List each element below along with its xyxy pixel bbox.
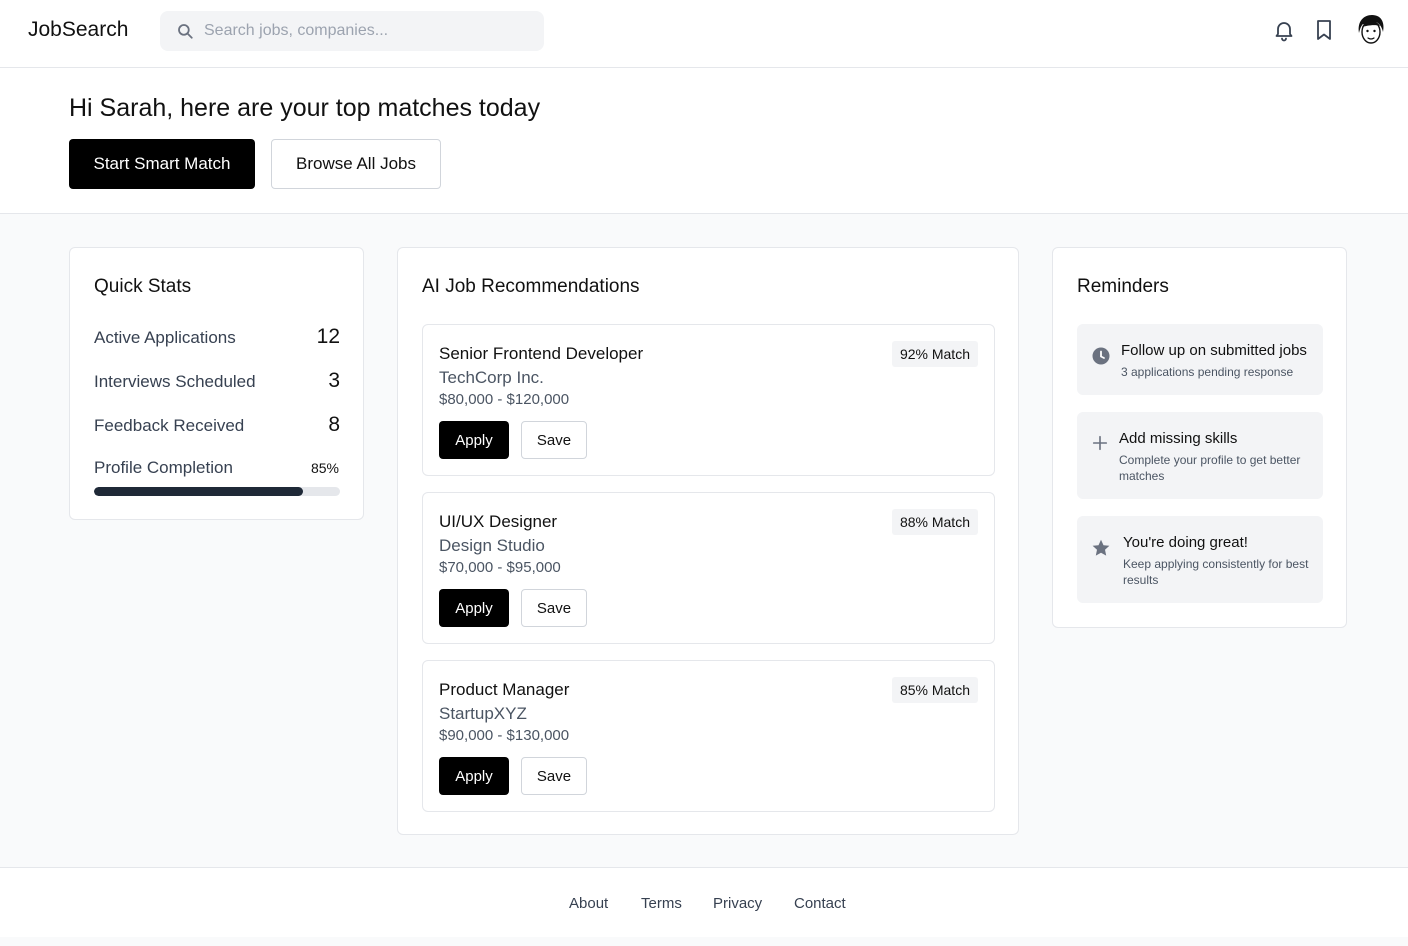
stat-label: Feedback Received [94, 416, 245, 435]
job-title[interactable]: Senior Frontend Developer [439, 344, 643, 364]
clock-icon [1092, 347, 1110, 365]
reminder-title: Add missing skills [1119, 430, 1238, 447]
reminders-title: Reminders [1077, 276, 1169, 297]
reminder-item[interactable]: Add missing skills Complete your profile… [1077, 412, 1323, 499]
reminder-subtitle: 3 applications pending response [1121, 365, 1294, 379]
quick-stats-card: Quick Stats Active Applications 12 Inter… [69, 247, 364, 520]
match-badge: 88% Match [891, 509, 978, 535]
reminders-card: Reminders Follow up on submitted jobs 3 … [1052, 247, 1347, 628]
bell-icon[interactable] [1272, 18, 1296, 42]
job-company: TechCorp Inc. [439, 368, 544, 387]
save-button[interactable]: Save [521, 421, 587, 459]
job-recommendations-card: AI Job Recommendations Senior Frontend D… [397, 247, 1019, 835]
reminder-item[interactable]: Follow up on submitted jobs 3 applicatio… [1077, 324, 1323, 395]
footer-link-about[interactable]: About [569, 895, 608, 912]
quick-stats-title: Quick Stats [94, 276, 192, 297]
profile-completion-percent: 85% [310, 460, 339, 476]
job-company: Design Studio [439, 536, 545, 555]
save-button[interactable]: Save [521, 757, 587, 795]
stat-label: Active Applications [94, 328, 236, 347]
bookmark-icon[interactable] [1312, 18, 1336, 42]
job-title[interactable]: UI/UX Designer [439, 512, 557, 532]
reminder-title: You're doing great! [1123, 534, 1248, 551]
search-icon [178, 24, 193, 39]
profile-completion-label: Profile Completion [94, 458, 233, 477]
job-card[interactable]: Product Manager StartupXYZ $90,000 - $13… [422, 660, 995, 812]
stat-feedback-received: Feedback Received 8 [94, 411, 340, 441]
job-card[interactable]: UI/UX Designer Design Studio $70,000 - $… [422, 492, 995, 644]
app-logo[interactable]: JobSearch [28, 18, 128, 42]
apply-button[interactable]: Apply [439, 421, 509, 459]
footer-link-contact[interactable]: Contact [794, 895, 846, 912]
apply-button[interactable]: Apply [439, 589, 509, 627]
job-card[interactable]: Senior Frontend Developer TechCorp Inc. … [422, 324, 995, 476]
job-salary: $80,000 - $120,000 [439, 391, 570, 408]
reminder-title: Follow up on submitted jobs [1121, 342, 1307, 359]
user-avatar[interactable] [1354, 13, 1388, 47]
top-navigation-bar: JobSearch [0, 0, 1408, 68]
profile-completion-bar [94, 487, 340, 496]
stat-label: Interviews Scheduled [94, 372, 256, 391]
reminder-subtitle: Keep applying consistently for best resu… [1123, 557, 1309, 587]
stat-value: 12 [316, 325, 340, 348]
reminder-item[interactable]: You're doing great! Keep applying consis… [1077, 516, 1323, 603]
stat-value: 8 [328, 413, 340, 436]
job-salary: $90,000 - $130,000 [439, 727, 570, 744]
match-badge: 85% Match [891, 677, 978, 703]
greeting-heading: Hi Sarah, here are your top matches toda… [69, 94, 541, 122]
start-smart-match-button[interactable]: Start Smart Match [69, 139, 255, 189]
stat-active-applications: Active Applications 12 [94, 323, 340, 353]
browse-all-jobs-button[interactable]: Browse All Jobs [271, 139, 441, 189]
stat-interviews-scheduled: Interviews Scheduled 3 [94, 367, 340, 397]
star-icon [1092, 539, 1110, 556]
profile-completion-fill [94, 487, 304, 496]
job-salary: $70,000 - $95,000 [439, 559, 561, 576]
search-box[interactable] [160, 11, 544, 51]
reminder-subtitle: Complete your profile to get better matc… [1119, 453, 1301, 483]
plus-icon [1092, 435, 1108, 451]
apply-button[interactable]: Apply [439, 757, 509, 795]
stat-value: 3 [328, 369, 340, 392]
search-input[interactable] [204, 11, 534, 51]
match-badge: 92% Match [891, 341, 978, 367]
hero-section: Hi Sarah, here are your top matches toda… [0, 68, 1408, 214]
job-company: StartupXYZ [439, 704, 527, 723]
job-title[interactable]: Product Manager [439, 680, 569, 700]
recommendations-title: AI Job Recommendations [422, 276, 640, 297]
save-button[interactable]: Save [521, 589, 587, 627]
avatar-illustration [1354, 13, 1388, 47]
footer: About Terms Privacy Contact [0, 867, 1408, 937]
footer-link-privacy[interactable]: Privacy [713, 895, 762, 912]
footer-link-terms[interactable]: Terms [641, 895, 682, 912]
